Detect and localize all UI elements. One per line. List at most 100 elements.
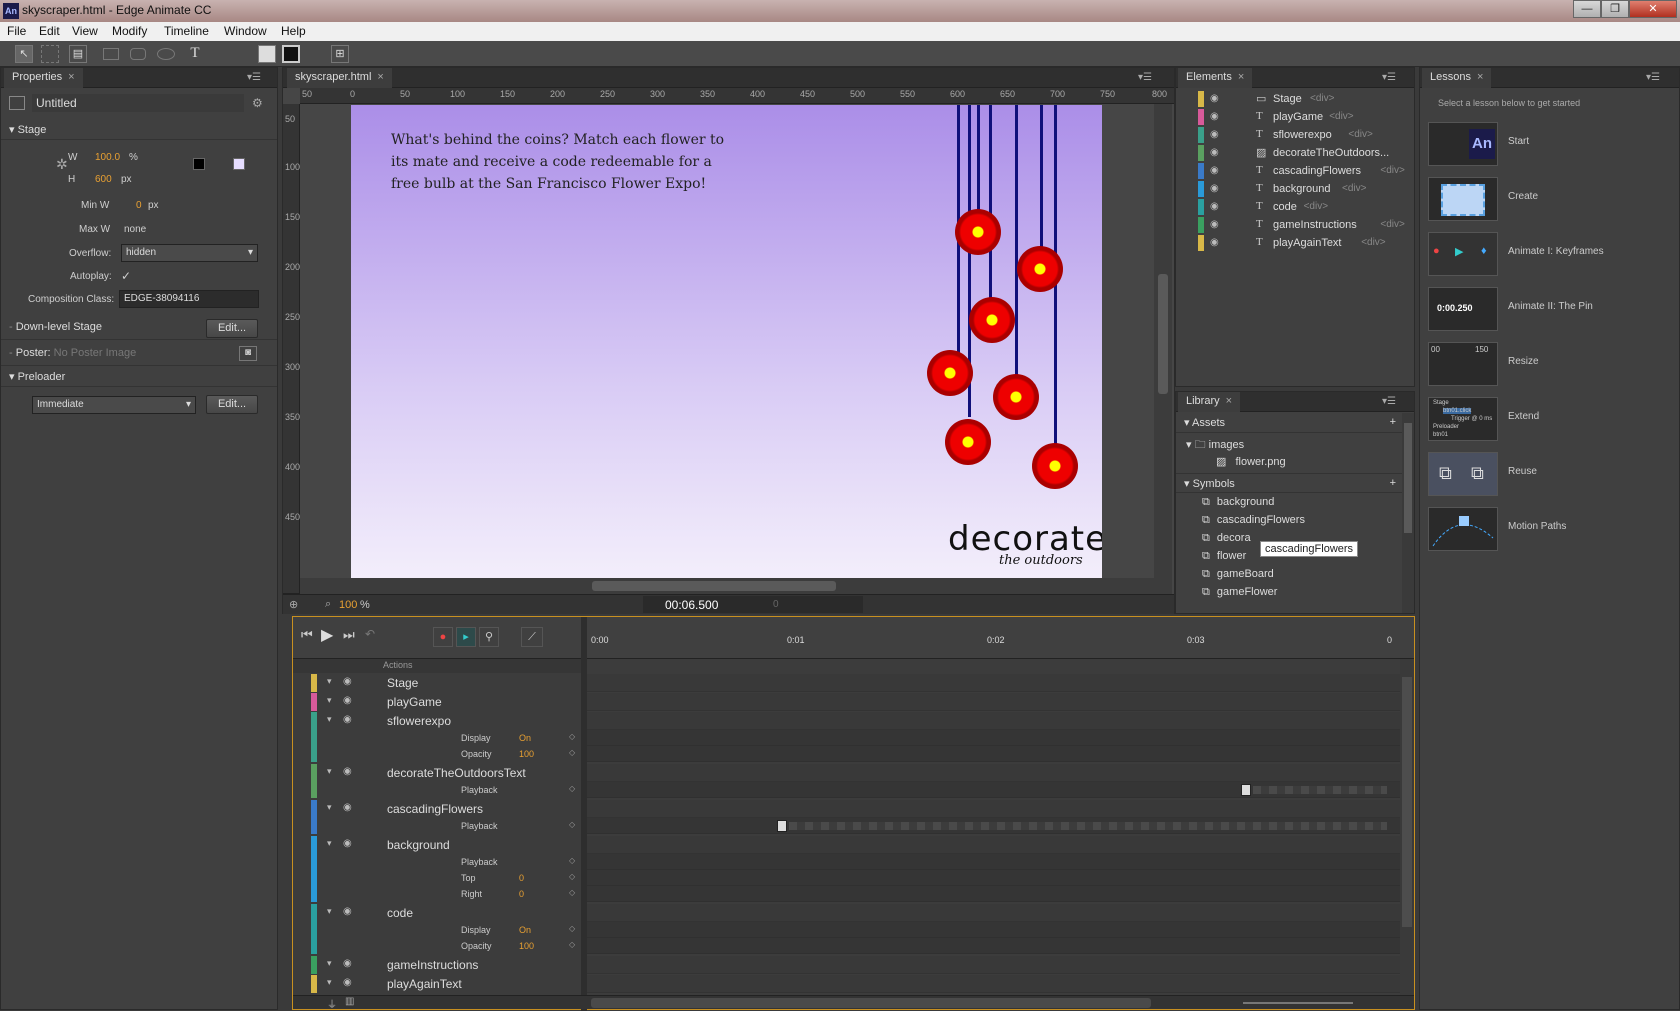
visibility-eye-icon[interactable]: ◉ <box>1210 93 1219 104</box>
ellipse-tool-icon[interactable] <box>157 48 175 60</box>
menu-help[interactable]: Help <box>281 24 306 38</box>
close-icon[interactable]: ✕ <box>1629 0 1677 18</box>
time-ruler[interactable]: 0:00 0:01 0:02 0:03 0 <box>587 617 1414 659</box>
visibility-eye-icon[interactable]: ◉ <box>343 802 352 813</box>
timeline-layer-row[interactable]: ▾ ◉ decorateTheOutdoorsText <box>293 764 575 782</box>
stage-fill-color-swatch[interactable] <box>233 158 245 170</box>
scrollbar-thumb[interactable] <box>1402 677 1412 927</box>
flower-coin[interactable] <box>1032 443 1078 489</box>
playback-trigger-marker[interactable] <box>1241 784 1251 796</box>
grid-icon[interactable]: ▥ <box>345 996 354 1007</box>
timeline-layer-row[interactable]: ▾ ◉ gameInstructions <box>293 956 575 974</box>
play-icon[interactable]: ▶ <box>321 625 333 645</box>
minimize-icon[interactable]: — <box>1573 0 1601 18</box>
element-row[interactable]: ◉ Tbackground <div> <box>1176 180 1414 198</box>
flower-coin[interactable] <box>945 419 991 465</box>
expand-triangle-icon[interactable]: ▾ <box>327 766 332 777</box>
images-folder[interactable]: ▾ 🗀 images <box>1186 436 1244 455</box>
horizontal-ruler[interactable]: 50 0 50 100 150 200 250 300 350 400 450 … <box>300 88 1174 104</box>
timeline-layer-row[interactable]: ▾ ◉ sflowerexpo <box>293 712 575 730</box>
timeline-layer-row[interactable]: ▾ ◉ Stage <box>293 674 575 692</box>
timeline-horizontal-scrollbar[interactable] <box>591 998 1151 1008</box>
property-value[interactable]: On <box>519 925 531 935</box>
visibility-eye-icon[interactable]: ◉ <box>1210 147 1219 158</box>
visibility-eye-icon[interactable]: ◉ <box>343 676 352 687</box>
element-row[interactable]: ◉ Tcode <div> <box>1176 198 1414 216</box>
vertical-ruler[interactable]: 50 100 150 200 250 300 350 400 450 <box>283 104 300 594</box>
expand-triangle-icon[interactable]: ▾ <box>327 958 332 969</box>
visibility-eye-icon[interactable]: ◉ <box>343 695 352 706</box>
outdoors-logo-text[interactable]: the outdoors <box>999 553 1083 568</box>
property-track[interactable] <box>587 886 1400 902</box>
library-symbol[interactable]: ⧉ gameBoard <box>1202 568 1274 581</box>
tab-properties[interactable]: Properties × <box>4 68 83 88</box>
element-row[interactable]: ◉ ▨ decorateTheOutdoors... <box>1176 144 1414 162</box>
stage-bg-color-swatch[interactable] <box>193 158 205 170</box>
filter-icon[interactable]: ⏚ <box>327 996 337 1011</box>
library-symbol[interactable]: ⧉ cascadingFlowers <box>1202 514 1305 527</box>
lesson-resize[interactable]: 00 150 Resize <box>1420 338 1679 390</box>
text-tool-icon[interactable]: T <box>186 45 204 63</box>
flower-image-asset[interactable]: ▨ flower.png <box>1216 455 1286 468</box>
timeline-layer-row[interactable]: ▾ ◉ playGame <box>293 693 575 711</box>
restore-icon[interactable]: ❐ <box>1601 0 1629 18</box>
layer-track[interactable] <box>587 836 1400 854</box>
timeline-layer-row[interactable]: ▾ ◉ code <box>293 904 575 922</box>
property-track[interactable] <box>587 854 1400 870</box>
panel-menu-icon[interactable]: ▾☰ <box>1382 396 1396 407</box>
property-track[interactable] <box>587 730 1400 746</box>
expand-triangle-icon[interactable]: ▾ <box>327 802 332 813</box>
keyframe-diamond-icon[interactable]: ◇ <box>569 820 575 829</box>
max-width-value[interactable]: none <box>124 224 146 235</box>
pin-toggle-icon[interactable]: ⚲ <box>479 627 499 647</box>
visibility-eye-icon[interactable]: ◉ <box>343 977 352 988</box>
fill-color-icon[interactable] <box>258 45 276 63</box>
element-name-field[interactable]: Untitled <box>32 94 244 112</box>
property-track[interactable] <box>587 870 1400 886</box>
flower-coin[interactable] <box>1017 246 1063 292</box>
visibility-eye-icon[interactable]: ◉ <box>1210 201 1219 212</box>
timeline-layer-row[interactable]: ▾ ◉ background <box>293 836 575 854</box>
keyframe-diamond-icon[interactable]: ◇ <box>569 748 575 757</box>
panel-menu-icon[interactable]: ▾☰ <box>247 72 261 83</box>
go-to-end-icon[interactable]: ⏭ <box>343 627 355 643</box>
property-value[interactable]: On <box>519 733 531 743</box>
property-value[interactable]: 100 <box>519 749 534 759</box>
menu-view[interactable]: View <box>72 24 98 38</box>
stage-section-header[interactable]: ▾ Stage <box>1 120 277 140</box>
stage-horizontal-scrollbar[interactable] <box>300 578 1154 594</box>
stage-canvas[interactable]: What's behind the coins? Match each flow… <box>351 105 1102 578</box>
visibility-eye-icon[interactable]: ◉ <box>343 714 352 725</box>
stage-instruction-text[interactable]: What's behind the coins? Match each flow… <box>391 129 731 195</box>
zoom-slider[interactable] <box>1243 1002 1353 1004</box>
close-tab-icon[interactable]: × <box>377 71 383 83</box>
selection-tool-icon[interactable]: ↖ <box>15 45 33 63</box>
keyframe-diamond-icon[interactable]: ◇ <box>569 856 575 865</box>
go-to-start-icon[interactable]: ⏮ <box>301 627 313 643</box>
visibility-eye-icon[interactable]: ◉ <box>1210 111 1219 122</box>
visibility-eye-icon[interactable]: ◉ <box>1210 237 1219 248</box>
property-value[interactable]: 0 <box>519 873 524 883</box>
library-symbol[interactable]: ⧉ decora <box>1202 532 1251 545</box>
menu-modify[interactable]: Modify <box>112 24 147 38</box>
lesson-animate-pin[interactable]: 0:00.250 Animate II: The Pin <box>1420 283 1679 335</box>
close-tab-icon[interactable]: × <box>1477 71 1483 83</box>
visibility-eye-icon[interactable]: ◉ <box>1210 183 1219 194</box>
loop-icon[interactable]: ↶ <box>365 627 375 641</box>
gear-icon[interactable]: ⚙ <box>252 96 263 110</box>
property-track[interactable] <box>587 938 1400 954</box>
scrollbar-thumb[interactable] <box>592 581 836 591</box>
property-track[interactable] <box>587 746 1400 762</box>
property-track[interactable] <box>587 922 1400 938</box>
clipping-tool-icon[interactable]: ▤ <box>69 45 87 63</box>
preloader-select[interactable]: Immediate ▾ <box>32 396 196 414</box>
stage-vertical-scrollbar[interactable] <box>1154 104 1172 594</box>
lesson-create[interactable]: Create <box>1420 173 1679 225</box>
auto-transition-icon[interactable]: ▸ <box>456 627 476 647</box>
lesson-extend[interactable]: Stage btn01.click Trigger @ 0 ms Preload… <box>1420 393 1679 445</box>
layout-presets-icon[interactable]: ⊞ <box>331 45 349 63</box>
camera-icon[interactable]: ◙ <box>239 346 257 361</box>
add-asset-icon[interactable]: + <box>1390 416 1396 428</box>
rectangle-tool-icon[interactable] <box>103 48 119 60</box>
visibility-eye-icon[interactable]: ◉ <box>1210 129 1219 140</box>
